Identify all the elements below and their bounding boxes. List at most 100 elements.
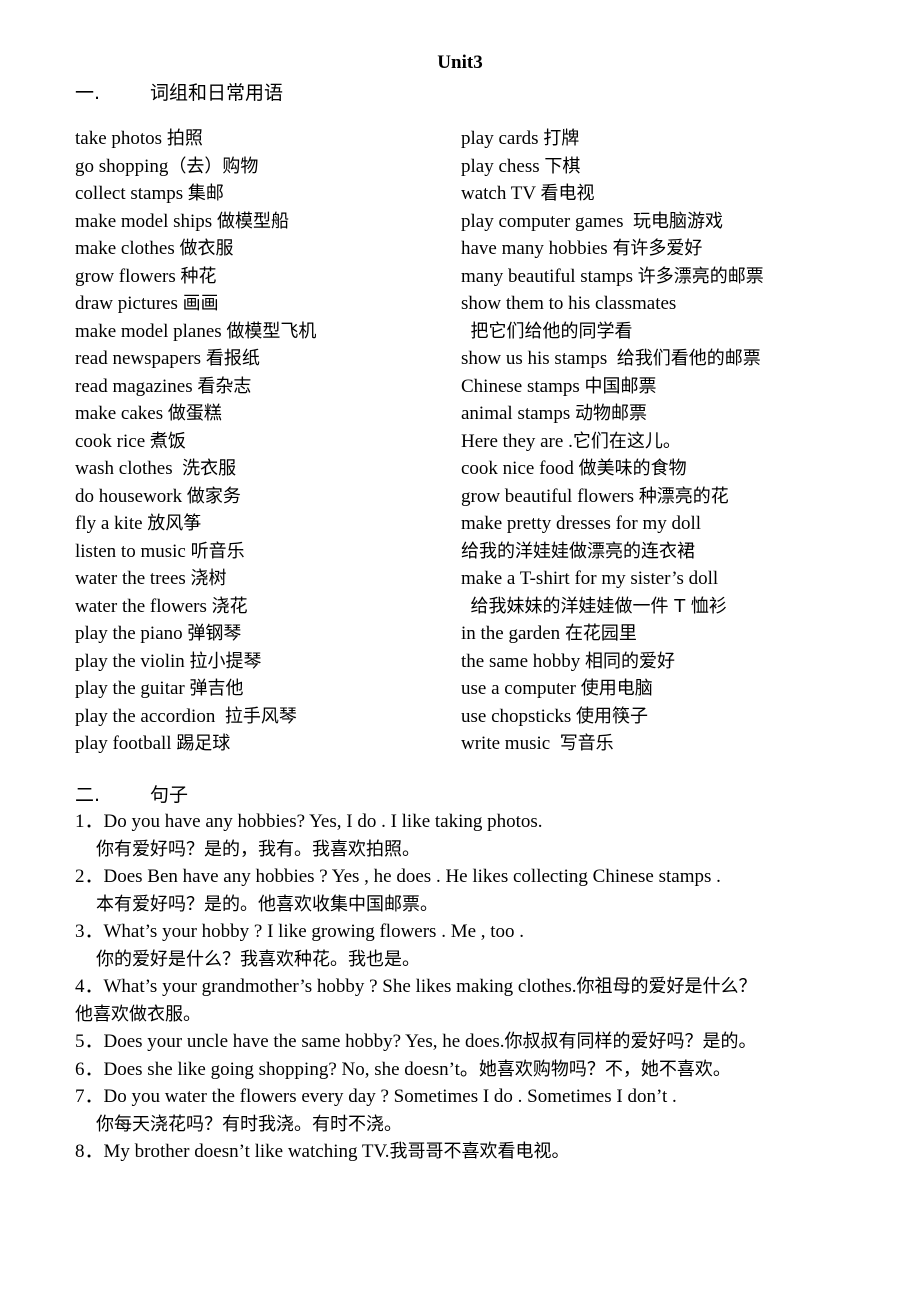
english-text: write music	[461, 733, 560, 754]
english-text: cook rice	[75, 430, 150, 452]
chinese-translation: 种花	[180, 265, 217, 287]
phrase-item: grow flowers 种花	[75, 263, 316, 291]
phrase-item: show us his stamps 给我们看他的邮票	[461, 345, 764, 373]
chinese-translation: 种漂亮的花	[638, 485, 729, 507]
phrase-item: play football 踢足球	[75, 730, 316, 758]
phrase-item: 把它们给他的同学看	[461, 318, 764, 346]
phrase-item: watch TV 看电视	[461, 180, 764, 208]
english-text: 3．What’s your hobby ? I like growing flo…	[75, 921, 525, 942]
phrase-item: grow beautiful flowers 种漂亮的花	[461, 483, 764, 511]
phrase-item: make pretty dresses for my doll	[461, 510, 764, 538]
english-text: play the violin	[75, 650, 190, 672]
english-text: 8．My brother doesn’t like watching TV.	[75, 1141, 390, 1162]
section-heading-phrases: 一. 词组和日常用语	[75, 78, 283, 105]
english-text: water the flowers	[75, 595, 212, 617]
chinese-translation: 给我们看他的邮票	[616, 348, 761, 369]
english-text: watch TV	[461, 183, 541, 204]
chinese-translation: 你叔叔有同样的爱好吗？是的。	[504, 1031, 757, 1052]
section-heading-sentences: 二. 句子	[75, 780, 188, 807]
phrase-item: play chess 下棋	[461, 153, 764, 181]
phrase-item: in the garden 在花园里	[461, 620, 764, 648]
page-title: Unit3	[437, 52, 483, 73]
phrase-item: water the flowers 浇花	[75, 593, 316, 621]
phrase-item: collect stamps 集邮	[75, 180, 316, 208]
english-text: make cakes	[75, 403, 168, 424]
english-text: do housework	[75, 485, 187, 507]
chinese-translation: 弹吉他	[189, 678, 244, 699]
section-number: 二.	[75, 784, 101, 806]
english-text: 4．What’s your grandmother’s hobby ? She …	[75, 976, 577, 997]
phrase-item: 给我的洋娃娃做漂亮的连衣裙	[461, 538, 764, 566]
english-text: use a computer	[461, 678, 581, 699]
chinese-translation: 看杂志	[197, 375, 252, 397]
chinese-translation: 浇花	[211, 595, 248, 617]
english-text: collect stamps	[75, 183, 188, 204]
english-text: 6．Does she like going shopping? No, she …	[75, 1058, 479, 1080]
english-text: take photos	[75, 128, 167, 149]
chinese-translation: 她喜欢购物吗？不，她不喜欢。	[478, 1058, 731, 1080]
english-text: go shopping	[75, 155, 169, 177]
phrase-item: make clothes 做衣服	[75, 235, 316, 263]
phrase-item: play the violin 拉小提琴	[75, 648, 316, 676]
phrase-item: Chinese stamps 中国邮票	[461, 373, 764, 401]
chinese-translation: 集邮	[187, 183, 224, 204]
phrase-item: play cards 打牌	[461, 125, 764, 153]
english-text: in the garden	[461, 623, 565, 644]
phrase-item: listen to music 听音乐	[75, 538, 316, 566]
english-text: 7．Do you water the flowers every day ? S…	[75, 1086, 677, 1107]
chinese-translation: 做蛋糕	[167, 403, 222, 424]
sentence-line: 1．Do you have any hobbies? Yes, I do . I…	[75, 808, 875, 836]
phrase-item: play the accordion 拉手风琴	[75, 703, 316, 731]
phrase-item: 给我妹妹的洋娃娃做一件 T 恤衫	[461, 593, 764, 621]
phrase-item: play the piano 弹钢琴	[75, 620, 316, 648]
english-text: show us his stamps	[461, 348, 617, 369]
phrase-list-right: play cards 打牌 play chess 下棋 watch TV 看电视 pl…	[461, 125, 764, 758]
phrase-item: have many hobbies 有许多爱好	[461, 235, 764, 263]
english-text: grow flowers	[75, 265, 181, 287]
phrase-item: write music 写音乐	[461, 730, 764, 758]
phrase-item: use a computer 使用电脑	[461, 675, 764, 703]
phrase-item: read newspapers 看报纸	[75, 345, 316, 373]
chinese-translation: 它们在这儿。	[572, 430, 681, 452]
english-text: 5．Does your uncle have the same hobby? Y…	[75, 1031, 505, 1052]
english-text	[461, 321, 471, 342]
chinese-translation: 你每天浇花吗？有时我浇。有时不浇。	[96, 1113, 402, 1135]
english-text: make clothes	[75, 238, 180, 259]
sentence-line: 他喜欢做衣服。	[75, 1001, 875, 1029]
english-text: make model ships	[75, 210, 217, 232]
chinese-translation: 你有爱好吗？是的，我有。我喜欢拍照。	[96, 838, 420, 860]
english-text: play the piano	[75, 623, 188, 644]
english-text: play the guitar	[75, 678, 190, 699]
chinese-translation: 使用筷子	[576, 705, 649, 727]
chinese-translation: 本有爱好吗？是的。他喜欢收集中国邮票。	[96, 893, 438, 915]
english-text: many beautiful stamps	[461, 265, 638, 287]
chinese-translation: 听音乐	[190, 540, 245, 562]
english-text: have many hobbies	[461, 238, 613, 259]
english-text: play chess	[461, 155, 545, 177]
chinese-translation: 玩电脑游戏	[633, 210, 724, 232]
chinese-translation: 下棋	[544, 155, 581, 177]
chinese-translation: 做模型飞机	[226, 320, 317, 342]
english-text: read magazines	[75, 375, 198, 397]
chinese-translation: 拉小提琴	[189, 650, 262, 672]
english-text: Chinese stamps	[461, 375, 585, 397]
sentence-line: 你每天浇花吗？有时我浇。有时不浇。	[75, 1111, 875, 1139]
phrase-item: draw pictures 画画	[75, 290, 316, 318]
chinese-translation: 写音乐	[559, 733, 614, 754]
phrase-item: wash clothes 洗衣服	[75, 455, 316, 483]
sentence-line: 2．Does Ben have any hobbies ? Yes , he d…	[75, 863, 875, 891]
phrase-item: play computer games 玩电脑游戏	[461, 208, 764, 236]
chinese-translation: 你的爱好是什么？我喜欢种花。我也是。	[96, 948, 420, 970]
english-text: show them to his classmates	[461, 293, 677, 314]
chinese-translation: 做模型船	[216, 210, 289, 232]
chinese-translation: 做衣服	[179, 238, 234, 259]
english-text: Here they are .	[461, 430, 573, 452]
sentence-list: 1．Do you have any hobbies? Yes, I do . I…	[75, 808, 875, 1166]
chinese-translation: 给我的洋娃娃做漂亮的连衣裙	[461, 540, 695, 562]
chinese-translation: （去）购物	[168, 155, 259, 177]
chinese-translation: 在花园里	[564, 623, 637, 644]
phrase-item: cook rice 煮饭	[75, 428, 316, 456]
phrase-item: take photos 拍照	[75, 125, 316, 153]
english-text: make model planes	[75, 320, 227, 342]
english-text: listen to music	[75, 540, 191, 562]
